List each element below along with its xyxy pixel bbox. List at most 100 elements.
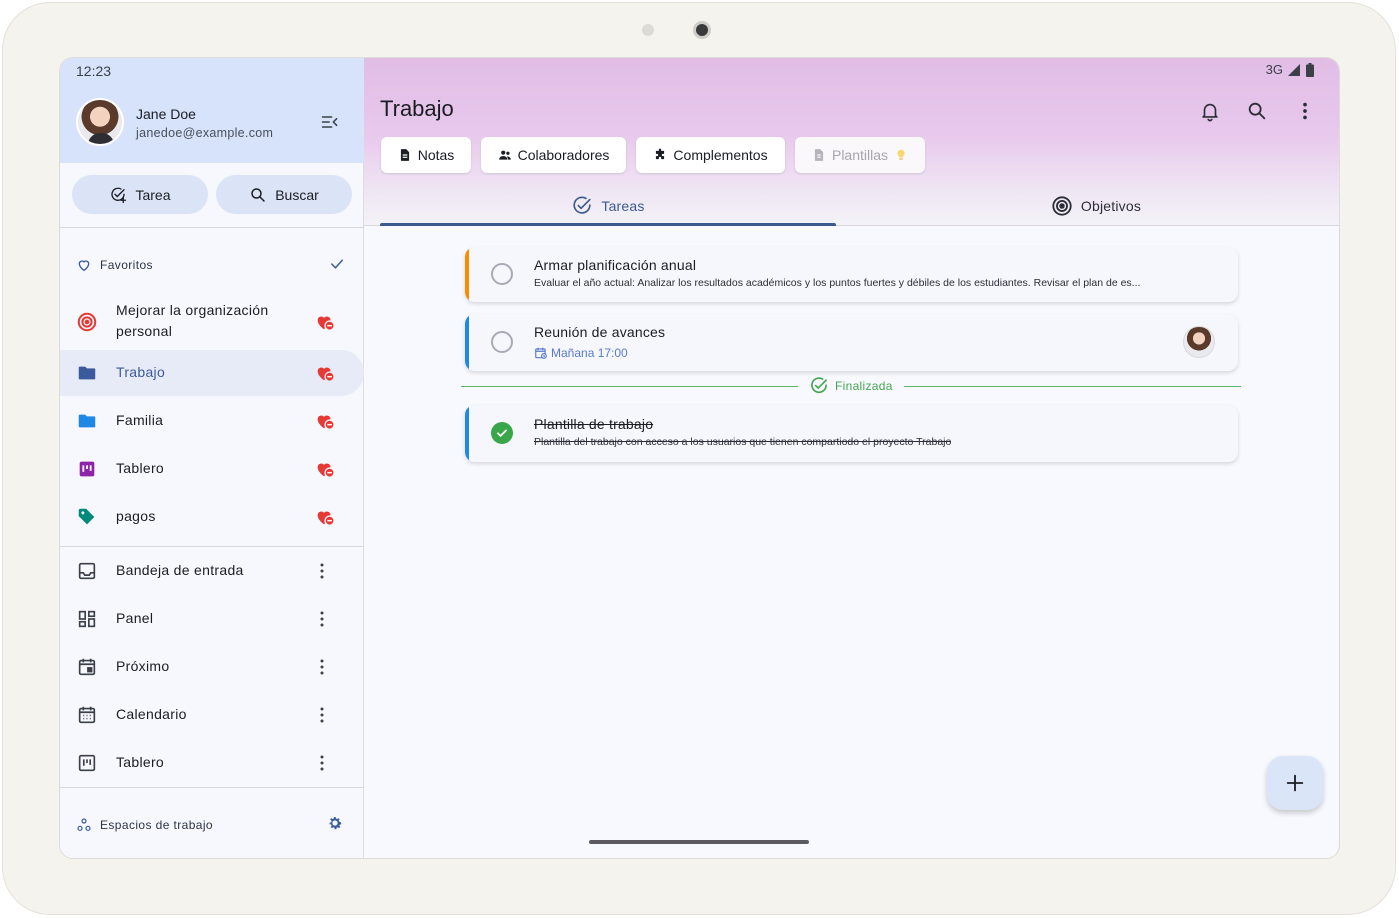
sidebar-header: 12:23 Jane Doe janedoe@example.com (60, 58, 364, 163)
tab-tareas[interactable]: Tareas (380, 186, 836, 226)
completed-label: Finalizada (835, 379, 893, 393)
remove-favorite-icon[interactable] (314, 311, 336, 333)
camera-lens (693, 21, 711, 39)
task-description: Plantilla del trabajo con acceso a los u… (534, 436, 952, 448)
calendar-icon (76, 704, 98, 726)
task-card[interactable]: Reunión de avances Mañana 17:00 (465, 314, 1238, 371)
active-tab-indicator (380, 223, 836, 226)
workspaces-label: Espacios de trabajo (100, 818, 213, 832)
sidebar-item-tablero[interactable]: Tablero (60, 446, 364, 492)
sidebar: 12:23 Jane Doe janedoe@example.com Tarea… (60, 58, 364, 858)
sidebar-item-label: Panel (116, 610, 154, 626)
avatar[interactable] (76, 98, 124, 146)
chip-label: Plantillas (831, 147, 889, 163)
task-check-icon (573, 196, 591, 214)
sidebar-item-label: Próximo (116, 658, 170, 674)
sidebar-item-label: Familia (116, 412, 164, 428)
heart-outline-icon (78, 260, 90, 272)
people-icon (498, 150, 511, 160)
folder-icon (76, 362, 98, 384)
more-vert-icon[interactable] (318, 658, 326, 676)
task-card-completed[interactable]: Plantilla de trabajo Plantilla del traba… (465, 405, 1238, 462)
add-task-icon (111, 187, 127, 203)
remove-favorite-icon[interactable] (314, 410, 336, 432)
add-task-fab[interactable] (1267, 756, 1323, 810)
more-vert-icon[interactable] (1294, 100, 1316, 122)
workspaces-icon (77, 818, 91, 831)
status-bar: 3G (1266, 62, 1315, 77)
sidebar-item-proximo[interactable]: Próximo (60, 644, 364, 690)
sidebar-item-label: Mejorar la organización personal (116, 302, 269, 339)
check-icon[interactable] (328, 255, 346, 273)
task-title: Reunión de avances (534, 324, 666, 340)
puzzle-icon (656, 148, 665, 160)
assignee-avatar[interactable] (1183, 326, 1215, 358)
more-vert-icon[interactable] (318, 754, 326, 772)
lightbulb-icon (897, 149, 905, 160)
favorites-label: Favoritos (100, 258, 153, 272)
sidebar-item-familia[interactable]: Familia (60, 398, 364, 444)
task-done-check[interactable] (491, 422, 513, 444)
tab-objetivos[interactable]: Objetivos (868, 186, 1324, 226)
calendar-next-icon (76, 656, 98, 678)
check-icon (497, 429, 507, 438)
collaborators-chip[interactable]: Colaboradores (481, 137, 626, 173)
sidebar-item-panel[interactable]: Panel (60, 596, 364, 642)
note-icon (400, 149, 409, 161)
status-time: 12:23 (76, 63, 112, 79)
sidebar-item-label: pagos (116, 508, 156, 524)
dashboard-icon (76, 608, 98, 630)
task-title: Plantilla de trabajo (534, 416, 654, 432)
collapse-menu-icon[interactable] (320, 112, 340, 132)
sidebar-item-tablero-nav[interactable]: Tablero (60, 740, 364, 786)
completed-divider: Finalizada (461, 376, 1241, 396)
user-email: janedoe@example.com (136, 126, 274, 140)
divider (60, 546, 364, 547)
sidebar-item-mejorar[interactable]: Mejorar la organización personal (60, 296, 364, 348)
addons-chip[interactable]: Complementos (636, 137, 785, 173)
sidebar-item-inbox[interactable]: Bandeja de entrada (60, 548, 364, 594)
more-vert-icon[interactable] (318, 610, 326, 628)
search-icon[interactable] (1246, 100, 1268, 122)
page-title: Trabajo (380, 96, 454, 121)
plus-icon (1286, 774, 1304, 792)
gear-icon[interactable] (326, 814, 344, 832)
priority-bar (465, 314, 469, 371)
chip-label: Complementos (673, 147, 768, 163)
sidebar-item-label: Trabajo (116, 364, 166, 380)
main-content: 3G Trabajo Notas Colaboradores Complemen… (364, 58, 1339, 858)
task-card[interactable]: Armar planificación anual Evaluar el año… (465, 247, 1238, 302)
board-outline-icon (76, 752, 98, 774)
more-vert-icon[interactable] (318, 706, 326, 724)
favorites-header[interactable]: Favoritos (76, 255, 346, 275)
priority-bar (465, 405, 469, 462)
sidebar-item-label: Bandeja de entrada (116, 562, 244, 578)
due-date: Mañana 17:00 (534, 346, 628, 360)
more-vert-icon[interactable] (318, 562, 326, 580)
new-task-button[interactable]: Tarea (72, 175, 208, 214)
project-header: 3G Trabajo Notas Colaboradores Complemen… (364, 58, 1339, 226)
notes-chip[interactable]: Notas (381, 137, 471, 173)
home-indicator[interactable] (589, 840, 809, 844)
templates-chip[interactable]: Plantillas (795, 137, 925, 173)
network-type: 3G (1265, 62, 1283, 77)
search-button[interactable]: Buscar (216, 175, 352, 214)
bell-icon[interactable] (1199, 100, 1221, 122)
remove-favorite-icon[interactable] (314, 506, 336, 528)
task-checkbox[interactable] (491, 263, 513, 285)
board-icon (76, 458, 98, 480)
remove-favorite-icon[interactable] (314, 362, 336, 384)
task-title: Armar planificación anual (534, 257, 697, 273)
workspaces-link[interactable]: Espacios de trabajo (76, 815, 346, 835)
search-icon (251, 187, 265, 202)
tag-icon (76, 506, 98, 528)
search-label: Buscar (275, 186, 319, 203)
remove-favorite-icon[interactable] (314, 458, 336, 480)
tab-label: Objetivos (1080, 198, 1142, 214)
inbox-icon (76, 560, 98, 582)
sidebar-item-calendario[interactable]: Calendario (60, 692, 364, 738)
task-checkbox[interactable] (491, 331, 513, 353)
sidebar-item-pagos[interactable]: pagos (60, 494, 364, 540)
completed-label-group: Finalizada (809, 376, 893, 396)
sidebar-item-trabajo[interactable]: Trabajo (60, 350, 364, 396)
